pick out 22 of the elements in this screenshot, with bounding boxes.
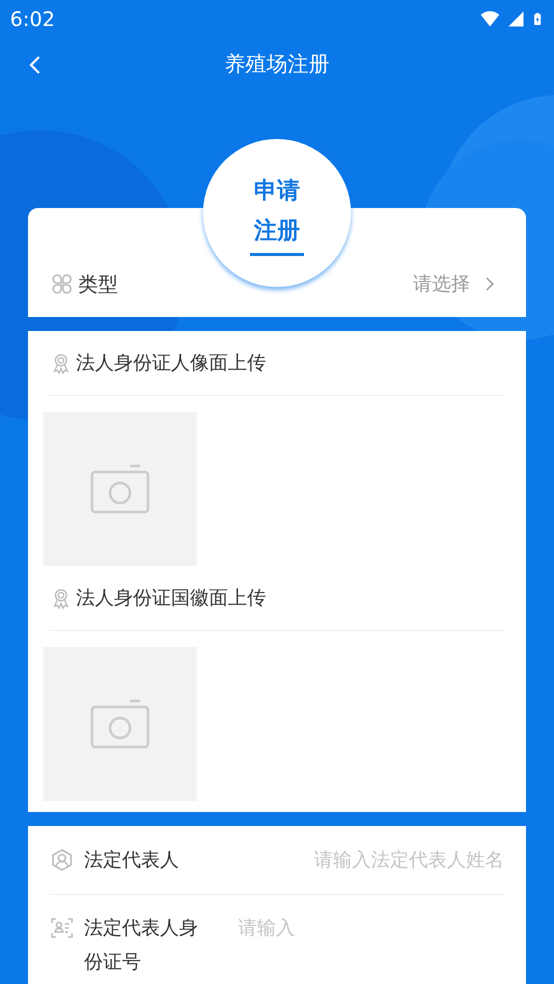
type-label: 类型 [78, 270, 118, 298]
wifi-icon [479, 9, 501, 29]
field-label: 法定代表人 [84, 848, 179, 873]
badge-underline [250, 252, 304, 256]
grid-icon [50, 272, 74, 296]
field-label: 法定代表人身份证号 [84, 916, 198, 975]
photo-upload-slot[interactable] [43, 412, 197, 566]
input-field[interactable]: 请输入法定代表人姓名 [284, 843, 504, 877]
id-card-icon [50, 916, 74, 940]
badge-text: 申请 [254, 176, 300, 206]
person-icon [50, 848, 74, 872]
photo-upload-slot[interactable] [43, 647, 197, 801]
upload-label: 法人身份证人像面上传 [76, 351, 266, 376]
input-field[interactable]: 请输入 [238, 911, 504, 945]
badge-text: 注册 [254, 216, 300, 246]
type-select[interactable]: 请选择 [413, 271, 498, 297]
signal-icon [507, 9, 525, 29]
page-title: 养殖场注册 [224, 51, 330, 78]
camera-icon [88, 697, 152, 751]
status-time: 6:02 [10, 7, 55, 31]
camera-icon [88, 462, 152, 516]
upload-label: 法人身份证国徽面上传 [76, 586, 266, 611]
